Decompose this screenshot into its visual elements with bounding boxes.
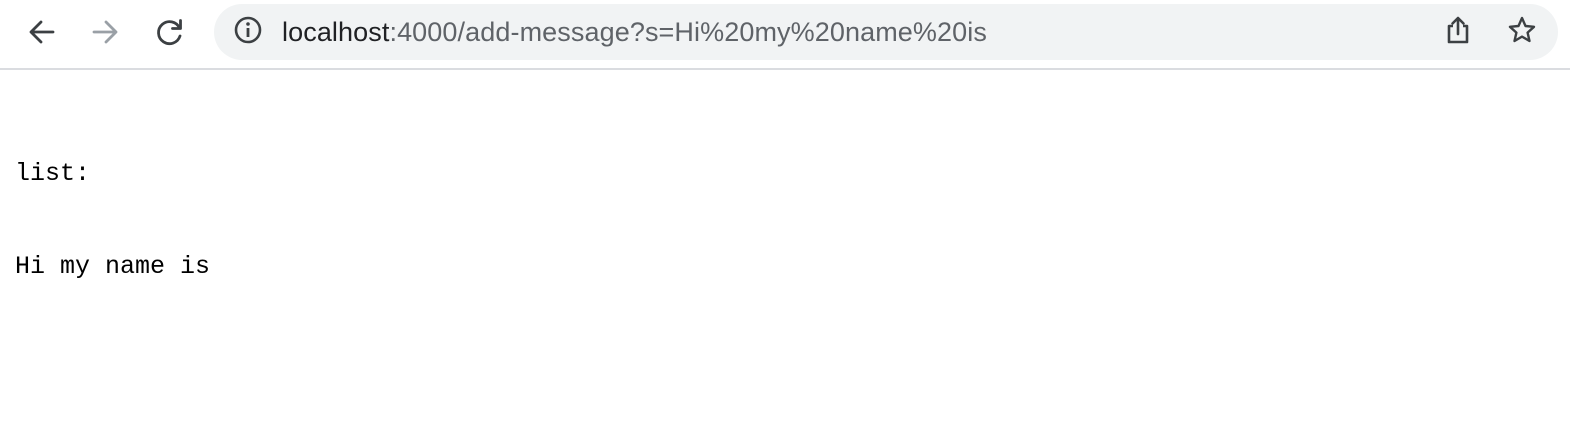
page-content: list: Hi my name is [15, 96, 210, 313]
bookmark-button[interactable] [1504, 14, 1540, 50]
share-button[interactable] [1440, 14, 1476, 50]
info-icon [233, 15, 263, 50]
arrow-right-icon [90, 17, 120, 47]
reload-button[interactable] [148, 10, 192, 54]
reload-icon [155, 17, 185, 47]
share-icon [1444, 15, 1472, 50]
list-heading: list: [15, 159, 91, 188]
site-info-button[interactable] [232, 16, 264, 48]
url-text[interactable]: localhost:4000/add-message?s=Hi%20my%20n… [282, 17, 987, 47]
url-path: :4000/add-message?s=Hi%20my%20name%20is [389, 17, 987, 47]
arrow-left-icon [27, 17, 57, 47]
back-button[interactable] [20, 10, 64, 54]
forward-button[interactable] [83, 10, 127, 54]
address-bar[interactable]: localhost:4000/add-message?s=Hi%20my%20n… [214, 4, 1558, 60]
url-host: localhost [282, 17, 390, 47]
list-item: Hi my name is [15, 252, 211, 281]
star-icon [1507, 15, 1537, 50]
browser-toolbar: localhost:4000/add-message?s=Hi%20my%20n… [0, 0, 1570, 70]
